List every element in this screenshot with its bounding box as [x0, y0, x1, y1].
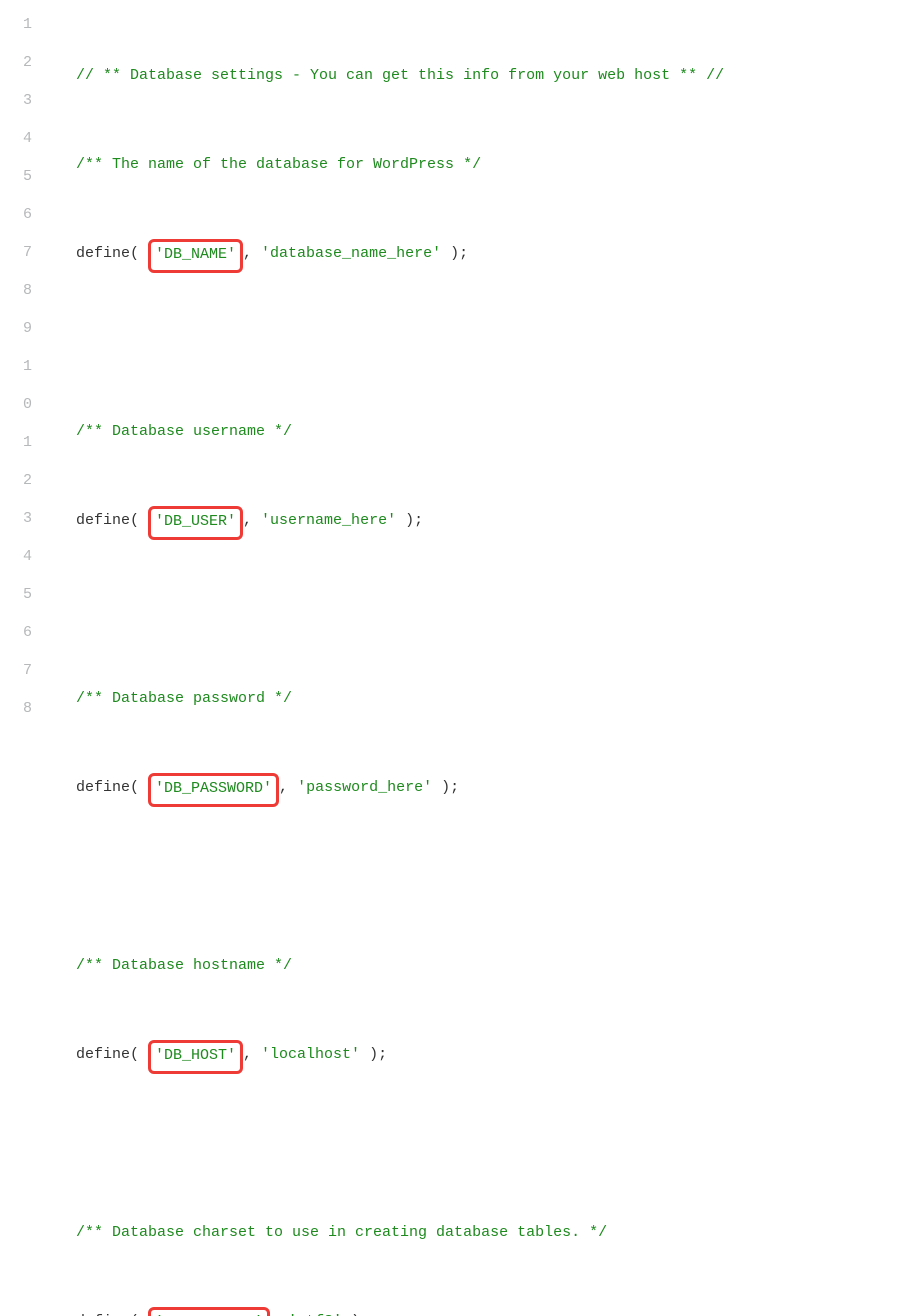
code-line-comment: /** Database username */: [76, 413, 898, 451]
code-line-define: define( 'DB_CHARSET', 'utf8' );: [76, 1303, 898, 1316]
highlight-box: 'DB_PASSWORD': [148, 773, 279, 807]
separator: ,: [243, 245, 261, 262]
code-line-define: define( 'DB_NAME', 'database_name_here' …: [76, 235, 898, 273]
line-end: );: [396, 512, 423, 529]
code-line-comment: /** Database charset to use in creating …: [76, 1214, 898, 1252]
code-line-comment: /** Database hostname */: [76, 947, 898, 985]
code-line-blank: [76, 858, 898, 896]
constant-value: 'password_here': [297, 779, 432, 796]
line-number: 6: [0, 614, 32, 652]
define-keyword: define(: [76, 779, 148, 796]
line-end: );: [432, 779, 459, 796]
define-keyword: define(: [76, 1046, 148, 1063]
define-keyword: define(: [76, 512, 148, 529]
constant-value: 'username_here': [261, 512, 396, 529]
line-end: );: [360, 1046, 387, 1063]
constant-name: 'DB_HOST': [155, 1047, 236, 1064]
line-number: 3: [0, 500, 32, 538]
line-number: 2: [0, 44, 32, 82]
line-number: 6: [0, 196, 32, 234]
line-number: 1: [0, 424, 32, 462]
line-end: );: [342, 1313, 369, 1316]
highlight-box: 'DB_NAME': [148, 239, 243, 273]
constant-value: 'database_name_here': [261, 245, 441, 262]
comment-text: /** The name of the database for WordPre…: [76, 156, 481, 173]
code-line-comment: /** Database password */: [76, 680, 898, 718]
comment-text: /** Database charset to use in creating …: [76, 1224, 607, 1241]
code-line-define: define( 'DB_PASSWORD', 'password_here' )…: [76, 769, 898, 807]
code-line-define: define( 'DB_USER', 'username_here' );: [76, 502, 898, 540]
line-number: 8: [0, 272, 32, 310]
constant-value: 'utf8': [288, 1313, 342, 1316]
code-line-blank: [76, 1125, 898, 1163]
separator: ,: [243, 1046, 261, 1063]
constant-name: 'DB_NAME': [155, 246, 236, 263]
highlight-box: 'DB_HOST': [148, 1040, 243, 1074]
code-line-comment: // ** Database settings - You can get th…: [76, 57, 898, 95]
line-number: 2: [0, 462, 32, 500]
line-number: 4: [0, 538, 32, 576]
code-line-comment: /** The name of the database for WordPre…: [76, 146, 898, 184]
comment-text: // ** Database settings - You can get th…: [76, 67, 724, 84]
separator: ,: [243, 512, 261, 529]
line-number: 5: [0, 576, 32, 614]
highlight-box: 'DB_CHARSET': [148, 1307, 270, 1316]
line-number: 7: [0, 234, 32, 272]
line-number: 8: [0, 690, 32, 728]
code-area[interactable]: // ** Database settings - You can get th…: [46, 0, 898, 1316]
line-number-gutter: 1 2 3 4 5 6 7 8 9 1 0 1 2 3 4 5 6 7 8: [0, 0, 46, 1316]
comment-text: /** Database hostname */: [76, 957, 292, 974]
line-number: 1: [0, 348, 32, 386]
constant-name: 'DB_USER': [155, 513, 236, 530]
define-keyword: define(: [76, 1313, 148, 1316]
line-end: );: [441, 245, 468, 262]
line-number: 1: [0, 6, 32, 44]
code-line-define: define( 'DB_HOST', 'localhost' );: [76, 1036, 898, 1074]
constant-name: 'DB_CHARSET': [155, 1314, 263, 1316]
define-keyword: define(: [76, 245, 148, 262]
constant-name: 'DB_PASSWORD': [155, 780, 272, 797]
code-line-blank: [76, 324, 898, 362]
comment-text: /** Database username */: [76, 423, 292, 440]
highlight-box: 'DB_USER': [148, 506, 243, 540]
code-editor: 1 2 3 4 5 6 7 8 9 1 0 1 2 3 4 5 6 7 8 //…: [0, 0, 898, 1316]
line-number: 5: [0, 158, 32, 196]
code-line-blank: [76, 591, 898, 629]
line-number: 0: [0, 386, 32, 424]
line-number: 4: [0, 120, 32, 158]
line-number: 3: [0, 82, 32, 120]
separator: ,: [279, 779, 297, 796]
comment-text: /** Database password */: [76, 690, 292, 707]
constant-value: 'localhost': [261, 1046, 360, 1063]
separator: ,: [270, 1313, 288, 1316]
line-number: 9: [0, 310, 32, 348]
